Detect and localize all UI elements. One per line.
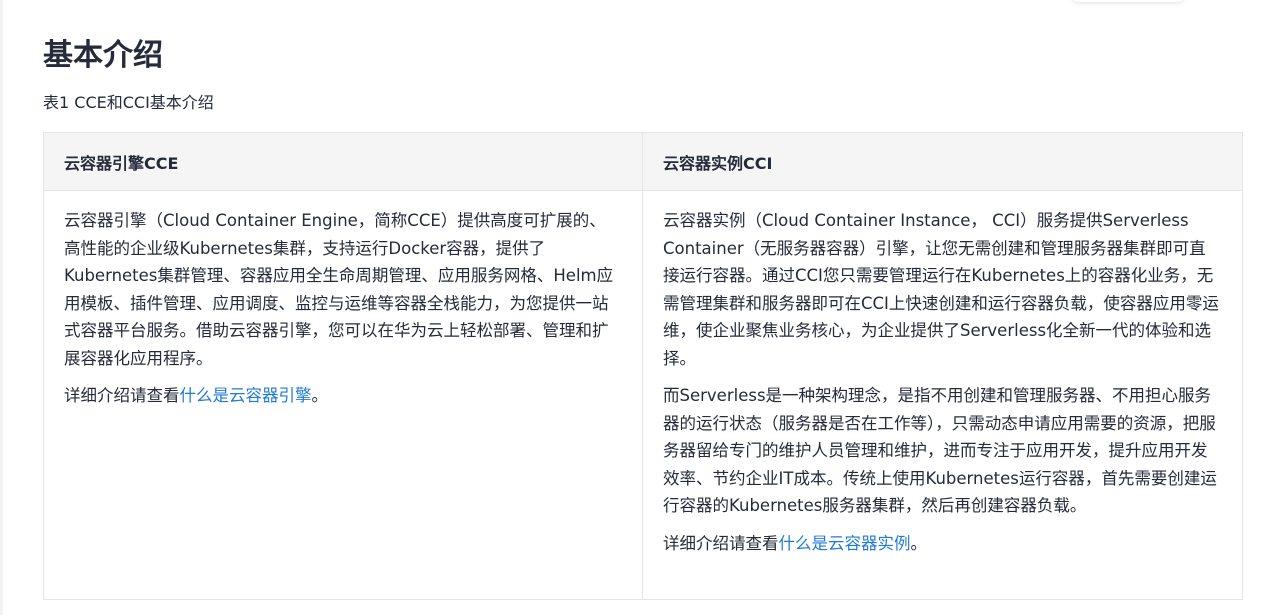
header-cce: 云容器引擎CCE	[43, 132, 643, 191]
table-row: 云容器引擎（Cloud Container Engine，简称CCE）提供高度可…	[43, 190, 1243, 600]
cell-cce: 云容器引擎（Cloud Container Engine，简称CCE）提供高度可…	[43, 190, 643, 600]
cce-detail-suffix: 。	[311, 386, 329, 405]
floating-toolbar-tab[interactable]	[1072, 0, 1184, 2]
header-cci: 云容器实例CCI	[642, 132, 1243, 191]
cci-detail-prefix: 详细介绍请查看	[663, 533, 779, 553]
cci-detail-line: 详细介绍请查看什么是云容器实例。	[663, 530, 1222, 558]
table-caption: 表1 CCE和CCI基本介绍	[43, 93, 214, 112]
cci-detail-suffix: 。	[910, 533, 928, 553]
cce-detail-prefix: 详细介绍请查看	[64, 386, 180, 405]
cce-detail-link[interactable]: 什么是云容器引擎	[180, 386, 312, 405]
cce-description: 云容器引擎（Cloud Container Engine，简称CCE）提供高度可…	[64, 211, 614, 368]
intro-table: 云容器引擎CCE 云容器实例CCI 云容器引擎（Cloud Container …	[43, 132, 1243, 600]
cci-detail-link[interactable]: 什么是云容器实例	[779, 534, 911, 553]
cce-detail-line: 详细介绍请查看什么是云容器引擎。	[64, 382, 622, 410]
page: 基本介绍 表1 CCE和CCI基本介绍 云容器引擎CCE 云容器实例CCI 云容…	[0, 0, 1281, 615]
cell-cci: 云容器实例（Cloud Container Instance， CCI）服务提供…	[642, 190, 1243, 600]
left-edge-divider	[0, 0, 3, 615]
cci-serverless-description: 而Serverless是一种架构理念，是指不用创建和管理服务器、不用担心服务器的…	[663, 386, 1217, 515]
table-header-row: 云容器引擎CCE 云容器实例CCI	[43, 132, 1243, 191]
page-title: 基本介绍	[43, 38, 163, 73]
cci-description: 云容器实例（Cloud Container Instance， CCI）服务提供…	[663, 211, 1219, 368]
